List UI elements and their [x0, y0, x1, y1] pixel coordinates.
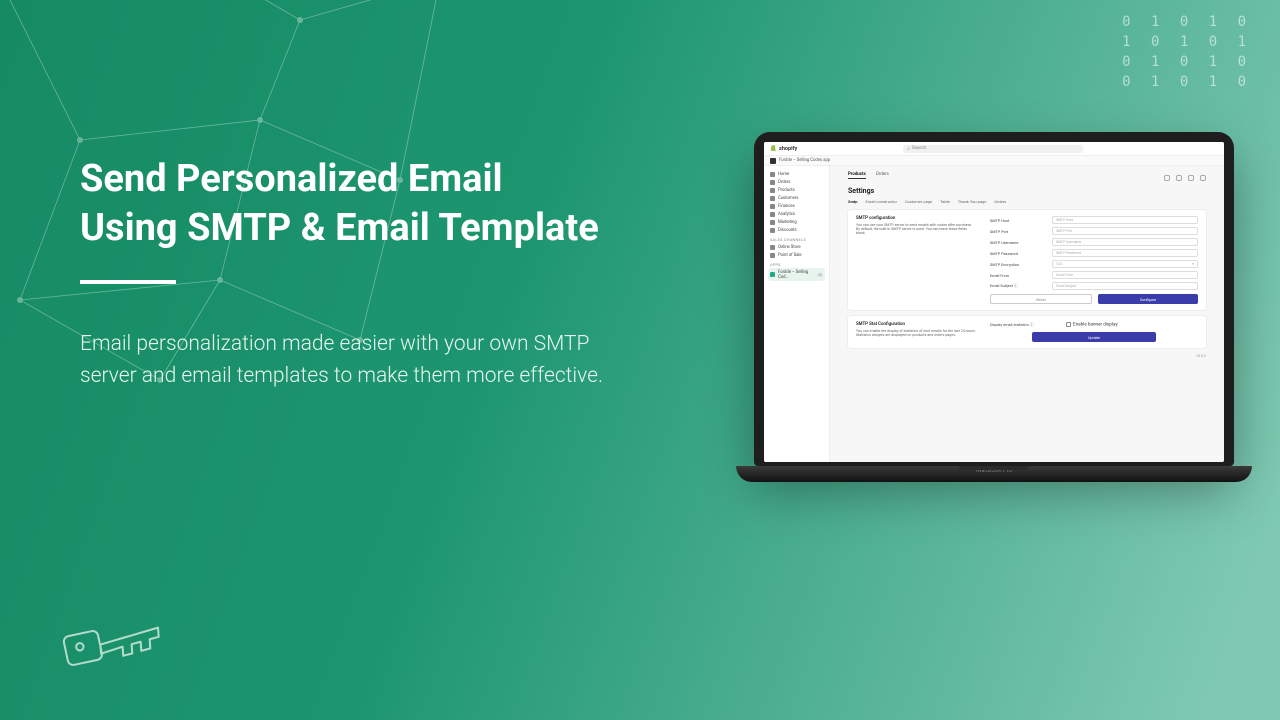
smtp-user-input[interactable]: SMTP Username	[1052, 238, 1198, 246]
sidebar-online-store[interactable]: Online Store	[768, 243, 825, 251]
stat-heading: SMTP Stat Configuration	[856, 322, 976, 327]
smtp-user-label: SMTP Username	[990, 240, 1046, 245]
sidebar-item-customers[interactable]: Customers	[768, 194, 825, 202]
sales-channels-label: Sales channels	[770, 237, 825, 242]
sidebar-item-products[interactable]: Products	[768, 186, 825, 194]
page-title: Settings	[848, 187, 1206, 195]
hero-subtitle: Email personalization made easier with y…	[80, 328, 640, 393]
smtp-port-label: SMTP Port	[990, 229, 1046, 234]
stat-desc: You can enable the display of statistics…	[856, 329, 976, 337]
smtp-heading: SMTP configuration	[856, 216, 976, 221]
update-button[interactable]: Update	[1032, 332, 1157, 342]
smtp-host-input[interactable]: SMTP Host	[1052, 216, 1198, 224]
email-subject-input[interactable]: Email Subject	[1052, 282, 1198, 290]
laptop-base: MacBook Pro	[736, 466, 1252, 482]
subtab-table[interactable]: Table	[940, 199, 950, 204]
refresh-icon[interactable]	[1176, 175, 1182, 181]
help-icon[interactable]	[1188, 175, 1194, 181]
reset-button[interactable]: Reset	[990, 294, 1092, 304]
smtp-enc-select[interactable]: TLS▾	[1052, 260, 1198, 268]
sidebar-item-marketing[interactable]: Marketing	[768, 218, 825, 226]
laptop-mockup: shopify ⌕Search Fordde – Selling Codes a…	[754, 132, 1234, 482]
display-stats-label: Display email statistics ⓘ	[990, 322, 1060, 328]
announce-icon[interactable]	[1164, 175, 1170, 181]
version-label: v5.5.0	[848, 354, 1206, 358]
subtab-customer-page[interactable]: Customer page	[905, 199, 932, 204]
shopify-logo: shopify	[770, 145, 797, 152]
sidebar-item-finances[interactable]: Finances	[768, 202, 825, 210]
subtab-orders[interactable]: Orders	[994, 199, 1006, 204]
app-tabs: Products Orders	[848, 172, 889, 179]
subtab-email-constructor[interactable]: Email constructor	[866, 199, 897, 204]
smtp-port-input[interactable]: SMTP Port	[1052, 227, 1198, 235]
sidebar-pos[interactable]: Point of Sale	[768, 251, 825, 259]
gear-icon[interactable]	[1200, 175, 1206, 181]
subtab-thankyou[interactable]: Thank You page	[958, 199, 987, 204]
breadcrumb: Fordde – Selling Codes app	[764, 156, 1224, 166]
smtp-pass-label: SMTP Password	[990, 251, 1046, 256]
smtp-enc-label: SMTP Encryption	[990, 262, 1046, 267]
binary-digits: 0 1 0 1 0 1 0 1 0 1 0 1 0 1 0 0 1 0 1 0	[1122, 12, 1252, 92]
sidebar: Home Orders Products Customers Finances …	[764, 166, 830, 462]
smtp-config-card: SMTP configuration You can use your SMTP…	[848, 210, 1206, 310]
tab-products[interactable]: Products	[848, 172, 866, 179]
sidebar-app-fordde[interactable]: Fordde – Selling Cod…1	[768, 268, 825, 281]
sidebar-item-home[interactable]: Home	[768, 170, 825, 178]
sidebar-item-orders[interactable]: Orders	[768, 178, 825, 186]
smtp-pass-input[interactable]: SMTP Password	[1052, 249, 1198, 257]
subtab-smtp[interactable]: Smtp	[848, 199, 858, 204]
smtp-desc: You can use your SMTP server to send ema…	[856, 223, 972, 235]
app-action-icons	[1164, 172, 1206, 183]
tab-orders[interactable]: Orders	[876, 172, 889, 179]
configure-button[interactable]: Configure	[1098, 294, 1198, 304]
email-from-input[interactable]: Email From	[1052, 271, 1198, 279]
email-from-label: Email From	[990, 273, 1046, 278]
main-panel: Products Orders Settings Smtp	[830, 166, 1224, 462]
app-screenshot: shopify ⌕Search Fordde – Selling Codes a…	[764, 142, 1224, 462]
enable-banner-checkbox[interactable]: Enable banner display	[1066, 322, 1118, 328]
search-input[interactable]: ⌕Search	[903, 145, 1083, 153]
apps-label: Apps	[770, 262, 825, 267]
sidebar-item-discounts[interactable]: Discounts	[768, 226, 825, 234]
sidebar-item-analytics[interactable]: Analytics	[768, 210, 825, 218]
hero-title: Send Personalized Email Using SMTP & Ema…	[80, 155, 640, 254]
key-icon	[60, 618, 170, 678]
settings-tabs: Smtp Email constructor Customer page Tab…	[848, 199, 1206, 204]
email-subject-label: Email Subject ⓘ	[990, 283, 1046, 289]
smtp-host-label: SMTP Host	[990, 218, 1046, 223]
divider	[80, 280, 176, 284]
smtp-stat-card: SMTP Stat Configuration You can enable t…	[848, 316, 1206, 348]
hero-block: Send Personalized Email Using SMTP & Ema…	[80, 155, 640, 393]
topbar: shopify ⌕Search	[764, 142, 1224, 156]
